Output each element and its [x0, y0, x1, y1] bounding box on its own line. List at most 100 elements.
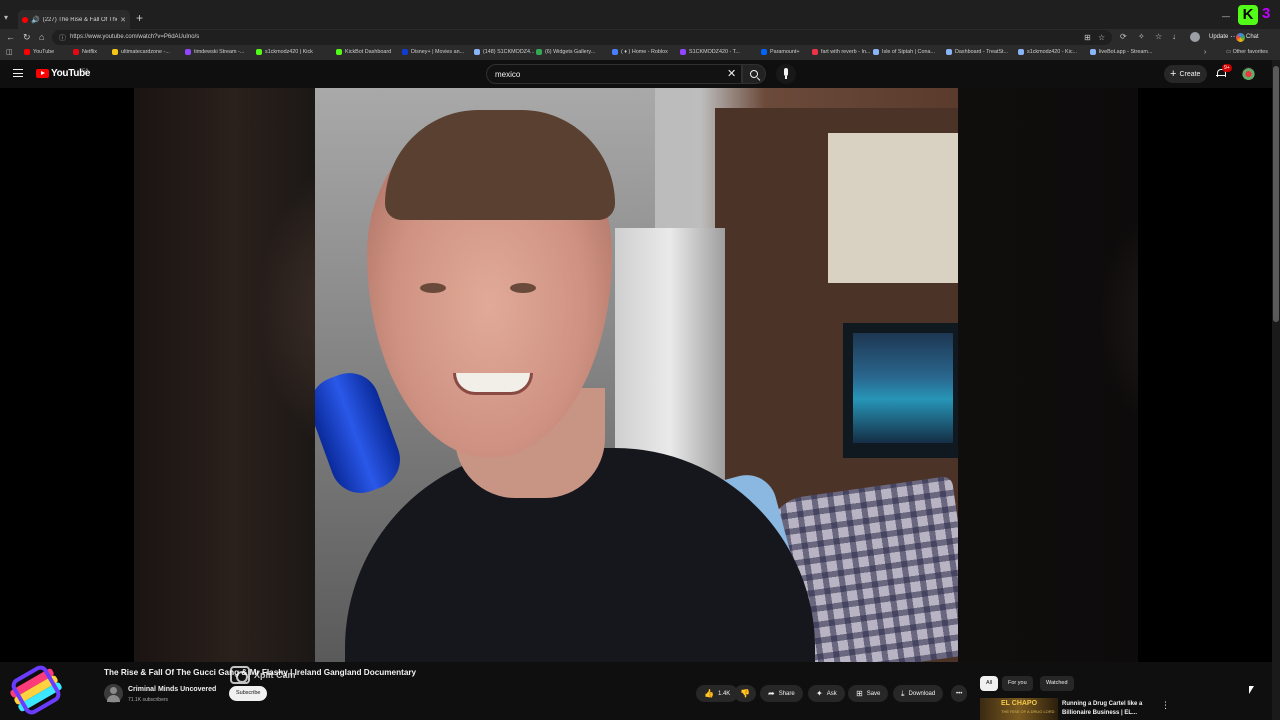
bookmark-item[interactable]: ( ♦ ) Home - Roblox — [612, 49, 668, 55]
chip-for-you[interactable]: For you — [1002, 676, 1033, 691]
bookmark-item[interactable]: (6) Widgets Gallery... — [536, 49, 595, 55]
tab-dropdown-icon[interactable]: ▾ — [4, 13, 8, 22]
bookmark-favicon-icon — [1018, 49, 1024, 55]
bookmark-favicon-icon — [256, 49, 262, 55]
save-button[interactable]: ⊞ Save — [848, 685, 889, 702]
share-button[interactable]: ➦ Share — [760, 685, 803, 702]
bookmark-item[interactable]: s1ckmodz420 | Kick — [256, 49, 313, 55]
chip-watched[interactable]: Watched — [1040, 676, 1074, 691]
speaker-icon[interactable]: 🔊 — [31, 16, 40, 24]
create-button[interactable]: + Create — [1164, 65, 1208, 83]
like-button[interactable]: 👍 1.4K — [696, 685, 739, 702]
video-monitor-screen — [853, 333, 953, 443]
other-favorites[interactable]: ▭ Other favorites — [1226, 49, 1268, 55]
clear-search-icon[interactable]: ✕ — [727, 68, 736, 80]
bookmark-favicon-icon — [612, 49, 618, 55]
search-box[interactable]: mexico ✕ — [486, 64, 742, 84]
dislike-button[interactable]: 👎 — [734, 685, 756, 702]
search-button[interactable] — [742, 64, 766, 84]
bookmark-item[interactable]: Netflix — [73, 49, 97, 55]
copilot-icon — [1236, 33, 1245, 42]
search-input[interactable]: mexico — [495, 70, 520, 79]
bookmark-item[interactable]: Isle of Siptah | Cona... — [873, 49, 935, 55]
back-arrow-icon[interactable]: ← — [6, 32, 15, 42]
voice-search-mic-icon[interactable] — [776, 64, 796, 84]
bookmark-item[interactable]: (148) S1CKMODZ4... — [474, 49, 535, 55]
video-person-eye-left — [420, 283, 446, 293]
bookmark-label: liveBot.app - Stream... — [1099, 49, 1153, 55]
browser-tab-strip: ▾ 🔊 (227) The Rise & Fall Of The ✕ + — K… — [0, 0, 1280, 29]
ask-button[interactable]: ✦ Ask — [808, 685, 845, 702]
browser-toolbar: ← ↻ ⌂ ⓘ https://www.youtube.com/watch?v=… — [0, 29, 1280, 46]
bookmark-label: YouTube — [33, 49, 55, 55]
create-label: Create — [1179, 70, 1201, 78]
bookmark-favicon-icon — [812, 49, 818, 55]
bookmarks-icon[interactable]: ◫ — [6, 48, 13, 58]
bookmark-favicon-icon — [336, 49, 342, 55]
bookmark-item[interactable]: s1ckmodz420 - Kic... — [1018, 49, 1077, 55]
downloads-icon[interactable]: ↓ — [1172, 32, 1176, 41]
bookmark-item[interactable]: timdewski Stream -... — [185, 49, 244, 55]
minimize-icon[interactable]: — — [1222, 12, 1230, 21]
browser-tab-active[interactable]: 🔊 (227) The Rise & Fall Of The ✕ — [18, 10, 130, 29]
bookmark-label: S1CKMODZ420 - T... — [689, 49, 740, 55]
bookmark-favicon-icon — [946, 49, 952, 55]
kick-extension-icon[interactable]: K — [1238, 5, 1258, 25]
bookmark-favicon-icon — [536, 49, 542, 55]
extension-3-icon[interactable]: 3 — [1262, 5, 1270, 22]
chip-all[interactable]: All — [980, 676, 999, 691]
bookmark-item[interactable]: liveBot.app - Stream... — [1090, 49, 1152, 55]
more-actions-button[interactable]: ••• — [951, 685, 968, 702]
bookmark-label: Dashboard - TreatSt... — [955, 49, 1009, 55]
recommendation-more-icon[interactable]: ⋮ — [1161, 701, 1170, 710]
profile-avatar[interactable] — [1190, 32, 1200, 42]
update-button[interactable]: Update — [1205, 31, 1232, 44]
download-button[interactable]: ⤓ Download — [893, 685, 944, 702]
other-favorites-label: Other favorites — [1232, 49, 1268, 55]
tab-title: (227) The Rise & Fall Of The — [42, 16, 118, 23]
bookmark-favicon-icon — [873, 49, 879, 55]
channel-name[interactable]: Criminal Minds Uncovered — [128, 686, 216, 693]
thumbs-down-icon: 👎 — [740, 688, 750, 698]
recommendation-title[interactable]: Running a Drug Cartel like a Billionaire… — [1062, 700, 1154, 718]
close-tab-icon[interactable]: ✕ — [120, 16, 126, 24]
menu-hamburger-icon[interactable] — [13, 69, 23, 80]
bookmarks-overflow-icon[interactable]: › — [1204, 49, 1206, 56]
favorite-star-icon[interactable]: ☆ — [1098, 33, 1105, 42]
bookmark-label: s1ckmodz420 | Kick — [265, 49, 313, 55]
favorites-icon[interactable]: ☆ — [1155, 32, 1162, 41]
reload-icon[interactable]: ↻ — [23, 32, 31, 42]
video-person-eye-right — [510, 283, 536, 293]
new-tab-button[interactable]: + — [136, 12, 143, 24]
notifications-badge: 9+ — [1222, 64, 1232, 72]
bookmark-favicon-icon — [1090, 49, 1096, 55]
country-code: CA — [82, 67, 89, 72]
recommendation-thumbnail[interactable]: EL CHAPO THE RISE OF A DRUG LORD — [980, 698, 1058, 720]
channel-avatar[interactable] — [104, 684, 123, 703]
extensions-icon[interactable]: ⟳ — [1120, 32, 1127, 41]
video-player[interactable] — [0, 88, 1272, 662]
youtube-logo-icon[interactable] — [36, 69, 49, 78]
chat-button[interactable]: Chat — [1236, 31, 1259, 44]
youtube-favicon-icon — [22, 16, 28, 23]
page-scrollbar-thumb[interactable] — [1273, 66, 1279, 322]
address-bar[interactable]: ⓘ https://www.youtube.com/watch?v=P6dAUu… — [52, 30, 1112, 45]
bookmark-item[interactable]: KickBot Dashboard — [336, 49, 391, 55]
bookmark-item[interactable]: S1CKMODZ420 - T... — [680, 49, 740, 55]
bookmark-item[interactable]: Dashboard - TreatSt... — [946, 49, 1008, 55]
account-avatar[interactable] — [1242, 67, 1255, 80]
site-info-icon[interactable]: ⓘ — [59, 33, 66, 43]
like-count: 1.4K — [717, 690, 731, 697]
reader-icon[interactable]: ⊞ — [1084, 33, 1091, 42]
puzzle-icon[interactable]: ✧ — [1138, 32, 1145, 41]
home-icon[interactable]: ⌂ — [39, 32, 44, 42]
bookmark-item[interactable]: fart with reverb - In... — [812, 49, 870, 55]
bookmark-item[interactable]: ultimatecardzone -... — [112, 49, 170, 55]
bookmark-label: (148) S1CKMODZ4... — [483, 49, 535, 55]
bookmark-label: fart with reverb - In... — [821, 49, 871, 55]
bookmark-item[interactable]: Disney+ | Movies an... — [402, 49, 464, 55]
url-text[interactable]: https://www.youtube.com/watch?v=P6dAUuIn… — [70, 34, 199, 40]
bookmark-item[interactable]: YouTube — [24, 49, 54, 55]
bookmark-item[interactable]: Paramount+ — [761, 49, 800, 55]
subscribe-button[interactable]: Subscribe — [229, 686, 268, 701]
